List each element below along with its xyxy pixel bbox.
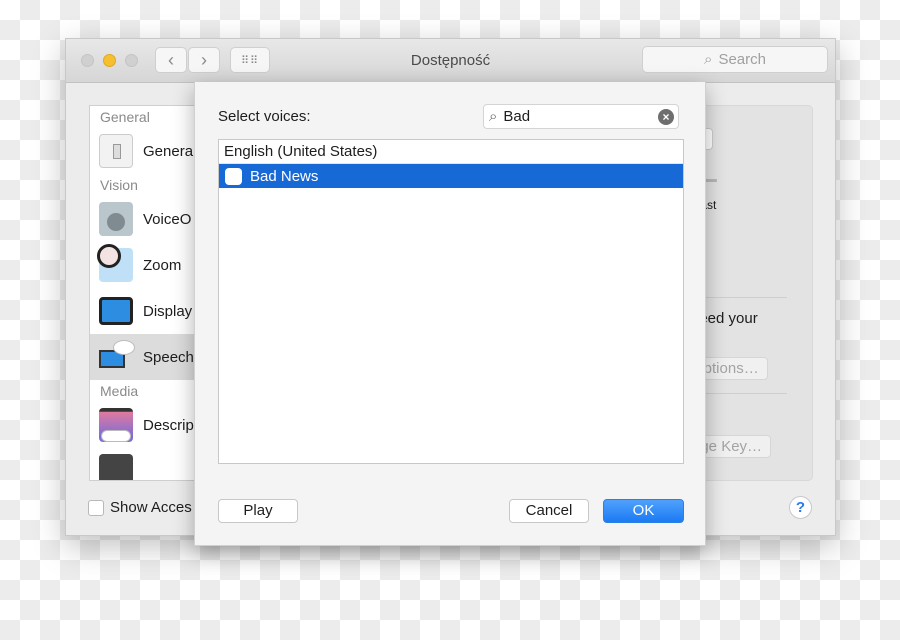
select-voices-label: Select voices: <box>218 108 311 125</box>
sidebar-item-label: Speech <box>143 348 194 366</box>
display-icon <box>99 297 133 325</box>
sidebar-item-label: Display <box>143 302 193 320</box>
sidebar-item-label: Zoom <box>143 256 182 274</box>
show-accessibility-checkbox[interactable]: Show Acces <box>88 499 192 516</box>
show-accessibility-label: Show Acces <box>110 499 192 516</box>
zoom-icon <box>97 244 133 282</box>
clear-search-icon[interactable]: × <box>658 109 674 125</box>
select-voices-sheet: Select voices: ⌕ Bad × English (United S… <box>194 82 706 546</box>
descriptions-icon <box>99 408 133 442</box>
voice-label: Bad News <box>250 167 319 185</box>
search-value: Bad <box>503 108 531 125</box>
captions-icon <box>99 454 133 480</box>
sidebar-item-label: VoiceO <box>143 210 192 228</box>
switch-icon <box>99 134 133 168</box>
search-placeholder: Search <box>718 51 766 68</box>
search-icon: ⌕ <box>704 51 713 68</box>
language-group-header: English (United States) <box>219 140 683 164</box>
voice-search-input[interactable]: ⌕ Bad × <box>483 104 679 129</box>
voice-row-bad-news[interactable]: Bad News <box>219 164 683 188</box>
voiceover-icon <box>99 202 133 236</box>
search-field[interactable]: ⌕ Search <box>642 46 828 73</box>
title-bar: ‹ › ⠿⠿ Dostępność ⌕ Search <box>66 39 835 83</box>
cancel-button[interactable]: Cancel <box>509 499 589 523</box>
voice-checkbox[interactable] <box>225 167 242 185</box>
sidebar-item-label: Descrip <box>143 416 194 434</box>
checkbox[interactable] <box>88 499 104 516</box>
help-button[interactable]: ? <box>789 496 812 519</box>
search-icon: ⌕ <box>489 108 498 125</box>
play-button[interactable]: Play <box>218 499 298 523</box>
speech-icon <box>99 340 135 374</box>
sidebar-item-label: Genera <box>143 142 194 160</box>
ok-button[interactable]: OK <box>603 499 684 523</box>
voice-list: English (United States) Bad News <box>218 139 684 464</box>
